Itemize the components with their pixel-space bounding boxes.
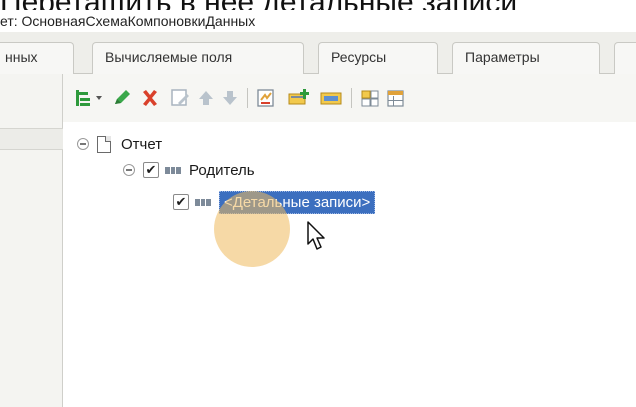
tabs-strip: нных Вычисляемые поля Ресурсы Параметры — [0, 32, 636, 74]
field-icon — [165, 165, 182, 175]
tree-node-report[interactable]: Отчет — [77, 132, 162, 156]
toolbar-separator — [351, 88, 352, 108]
table-icon[interactable] — [359, 87, 381, 109]
add-dropdown-icon[interactable] — [73, 87, 107, 109]
tree-node-label: Родитель — [189, 161, 255, 179]
move-up-icon[interactable] — [195, 87, 217, 109]
edit-pencil-icon[interactable] — [111, 87, 133, 109]
report-settings-icon[interactable] — [255, 87, 277, 109]
tree-node-label: Отчет — [121, 135, 163, 153]
cursor-highlight — [214, 191, 290, 267]
group-add-icon[interactable] — [287, 87, 313, 109]
left-panel — [0, 74, 63, 407]
left-panel-row[interactable] — [0, 128, 63, 150]
window-title: ет: ОсновнаяСхемаКомпоновкиДанных — [0, 10, 636, 32]
tab-data-sets[interactable]: нных — [0, 42, 74, 74]
edit-disabled-icon[interactable] — [169, 87, 191, 109]
group-view-icon[interactable] — [319, 87, 345, 109]
structure-tree: Отчет ✔ Родитель ✔ <Детальные записи> — [63, 122, 636, 407]
group-checkbox[interactable]: ✔ — [143, 162, 159, 178]
tab-parameters[interactable]: Параметры — [452, 42, 600, 74]
delete-x-icon[interactable] — [139, 87, 161, 109]
tab-calculated-fields[interactable]: Вычисляемые поля — [92, 42, 304, 74]
tree-node-group[interactable]: ✔ Родитель — [123, 158, 255, 182]
field-icon — [195, 197, 212, 207]
structure-toolbar — [63, 74, 636, 122]
move-down-icon[interactable] — [219, 87, 241, 109]
tab-resources[interactable]: Ресурсы — [318, 42, 438, 74]
tab-next[interactable] — [614, 42, 636, 74]
collapse-icon[interactable] — [77, 138, 89, 150]
table-settings-icon[interactable] — [385, 87, 407, 109]
document-icon — [97, 135, 111, 153]
toolbar-separator — [247, 88, 248, 108]
collapse-icon[interactable] — [123, 164, 135, 176]
mouse-pointer-icon — [307, 221, 325, 250]
detail-records-checkbox[interactable]: ✔ — [173, 194, 189, 210]
